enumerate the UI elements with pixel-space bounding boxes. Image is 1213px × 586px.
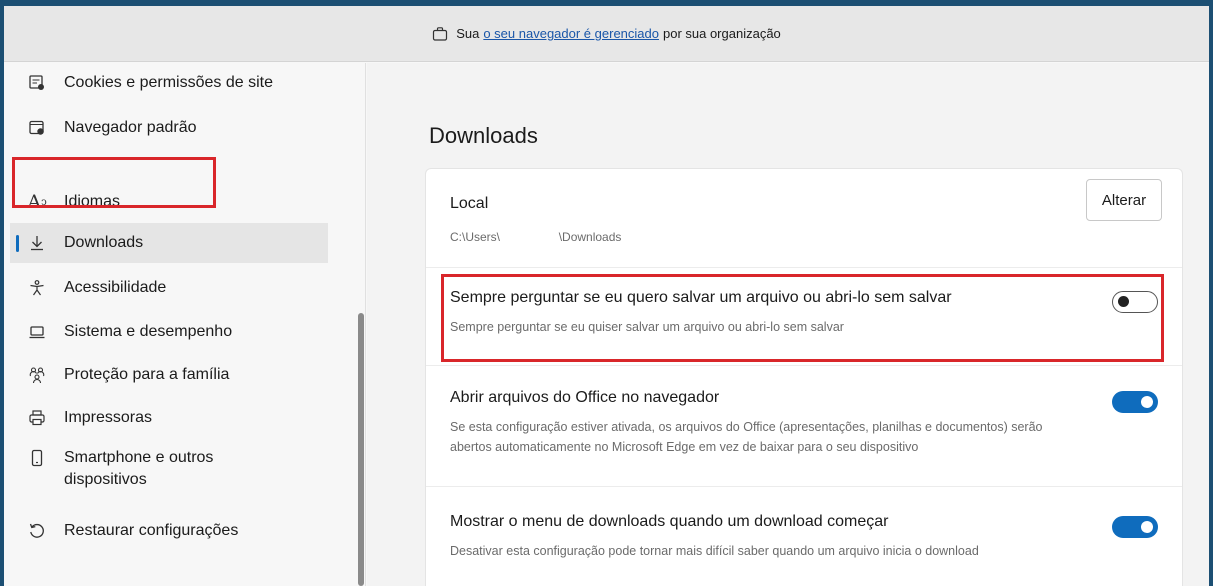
managed-browser-banner: Sua o seu navegador é gerenciado por sua… xyxy=(4,6,1209,62)
location-path: C:\Users\ \Downloads xyxy=(450,227,1158,247)
banner-suffix: por sua organização xyxy=(662,26,781,41)
sidebar-item-reset[interactable]: Restaurar configurações xyxy=(10,511,328,551)
sidebar-item-label: Restaurar configurações xyxy=(64,522,239,539)
change-location-button[interactable]: Alterar xyxy=(1086,179,1162,221)
sidebar-item-default-browser[interactable]: Navegador padrão xyxy=(10,108,328,148)
sidebar-item-printers[interactable]: Impressoras xyxy=(10,398,328,438)
setting-description-line2: abertos automaticamente no Microsoft Edg… xyxy=(450,440,919,454)
active-indicator xyxy=(16,235,19,252)
sidebar-item-label: Sistema e desempenho xyxy=(64,323,233,340)
sidebar-item-system[interactable]: Sistema e desempenho xyxy=(10,312,328,352)
downloads-settings-card: Local C:\Users\ \Downloads Alterar Sempr… xyxy=(425,168,1183,586)
managed-browser-link[interactable]: o seu navegador é gerenciado xyxy=(483,26,659,41)
sidebar-item-label: Navegador padrão xyxy=(64,119,197,136)
sidebar-item-label: Smartphone e outros xyxy=(64,449,214,466)
sidebar-item-label-line2: dispositivos xyxy=(64,471,147,488)
open-office-files-toggle[interactable] xyxy=(1112,391,1158,413)
divider xyxy=(426,267,1182,268)
sidebar-item-downloads[interactable]: Downloads xyxy=(10,223,328,263)
sidebar-scrollbar[interactable] xyxy=(358,313,364,586)
sidebar-item-phone[interactable]: Smartphone e outros dispositivos xyxy=(10,441,328,499)
family-icon xyxy=(26,364,48,386)
setting-show-downloads-menu: Mostrar o menu de downloads quando um do… xyxy=(450,513,1158,561)
download-location-row: Local C:\Users\ \Downloads xyxy=(450,189,1158,247)
sidebar-item-label: Impressoras xyxy=(64,409,153,426)
location-path-end: \Downloads xyxy=(558,230,622,244)
briefcase-icon xyxy=(433,26,448,41)
sidebar-item-label-group: Smartphone e outros dispositivos xyxy=(64,447,213,491)
page-title: Downloads xyxy=(429,123,538,148)
setting-open-office-files: Abrir arquivos do Office no navegador Se… xyxy=(450,389,1158,457)
setting-description: Se esta configuração estiver ativada, os… xyxy=(450,417,1158,457)
setting-description-line1: Se esta configuração estiver ativada, os… xyxy=(450,420,1043,434)
setting-title: Mostrar o menu de downloads quando um do… xyxy=(450,513,889,530)
sidebar-item-label: Proteção para a família xyxy=(64,366,230,383)
toggle-knob xyxy=(1141,521,1153,533)
printer-icon xyxy=(26,407,48,429)
sidebar-item-label: Downloads xyxy=(64,234,144,251)
setting-title: Abrir arquivos do Office no navegador xyxy=(450,389,720,406)
sidebar-item-label: Cookies e permissões de site xyxy=(64,74,273,91)
sidebar-item-family[interactable]: Proteção para a família xyxy=(10,355,328,395)
settings-window: Sua o seu navegador é gerenciado por sua… xyxy=(4,6,1209,586)
sidebar-item-cookies[interactable]: Cookies e permissões de site xyxy=(10,63,328,103)
download-icon xyxy=(26,232,48,254)
settings-sidebar: Cookies e permissões de site Navegador p… xyxy=(4,63,366,586)
toggle-knob xyxy=(1141,396,1153,408)
cookies-icon xyxy=(26,72,48,94)
show-downloads-menu-toggle[interactable] xyxy=(1112,516,1158,538)
phone-icon xyxy=(26,447,48,469)
sidebar-item-label: Acessibilidade xyxy=(64,279,167,296)
location-title: Local xyxy=(450,195,489,212)
setting-description: Desativar esta configuração pode tornar … xyxy=(450,544,979,558)
banner-prefix: Sua xyxy=(456,26,480,41)
sidebar-item-accessibility[interactable]: Acessibilidade xyxy=(10,268,328,308)
divider xyxy=(426,365,1182,366)
highlight-box-downloads-nav xyxy=(12,157,216,208)
default-browser-icon xyxy=(26,117,48,139)
divider xyxy=(426,486,1182,487)
accessibility-icon xyxy=(26,277,48,299)
laptop-icon xyxy=(26,321,48,343)
highlight-box-ask-setting xyxy=(441,274,1164,362)
reset-icon xyxy=(26,520,48,542)
location-path-start: C:\Users\ xyxy=(450,230,501,244)
